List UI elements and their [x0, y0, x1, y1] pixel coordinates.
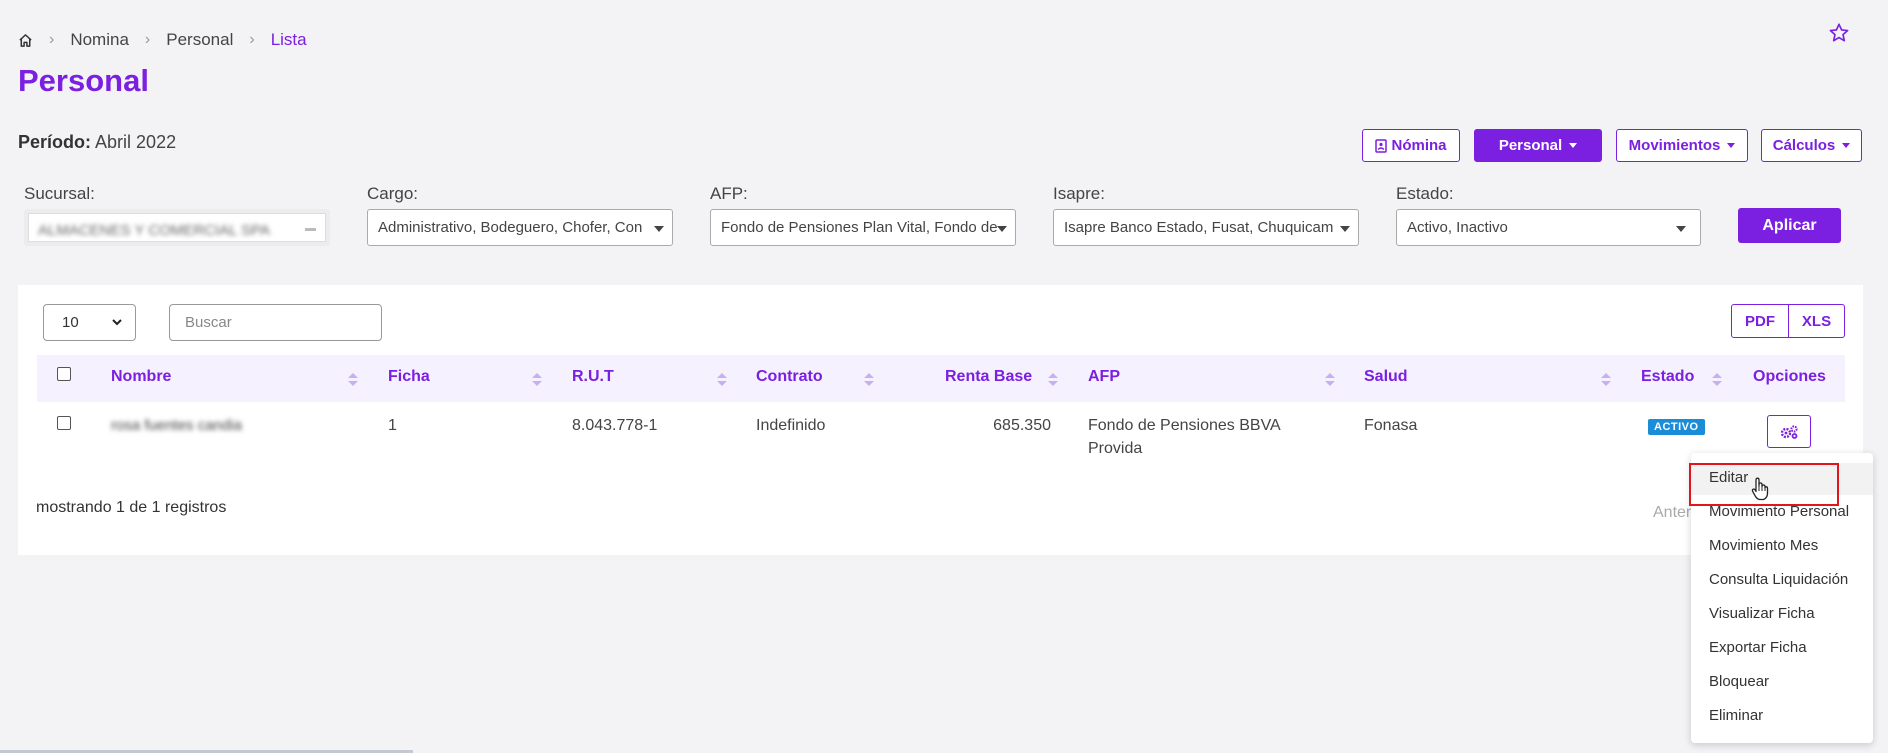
gears-icon — [1780, 424, 1798, 439]
cell-rut: 8.043.778-1 — [572, 417, 658, 434]
isapre-value: Isapre Banco Estado, Fusat, Chuquicam — [1064, 219, 1334, 236]
row-checkbox[interactable] — [57, 416, 71, 430]
periodo-value: Abril 2022 — [95, 132, 177, 152]
pagination-prev[interactable]: Anter — [1653, 504, 1691, 522]
cell-afp-line1: Fondo de Pensiones BBVA — [1088, 417, 1281, 434]
page-length-select[interactable]: 10 — [43, 304, 136, 341]
options-button[interactable] — [1767, 415, 1811, 448]
menu-item-exportar-ficha[interactable]: Exportar Ficha — [1709, 639, 1807, 656]
cell-afp-line2: Provida — [1088, 440, 1143, 457]
afp-value: Fondo de Pensiones Plan Vital, Fondo de — [721, 219, 998, 236]
chevron-right-icon: › — [144, 31, 151, 48]
breadcrumb-personal[interactable]: Personal — [166, 30, 233, 50]
id-card-icon — [1375, 138, 1388, 153]
sort-icon[interactable] — [864, 373, 874, 387]
chevron-down-icon — [112, 319, 122, 326]
sucursal-value: ALMACENES Y COMERCIAL SPA — [38, 222, 271, 239]
cargo-select[interactable]: Administrativo, Bodeguero, Chofer, Con — [367, 209, 673, 246]
breadcrumb-nomina[interactable]: Nomina — [70, 30, 129, 50]
page-title: Personal — [18, 63, 149, 98]
cargo-value: Administrativo, Bodeguero, Chofer, Con — [378, 219, 643, 236]
menu-item-visualizar-ficha[interactable]: Visualizar Ficha — [1709, 605, 1815, 622]
cell-ficha: 1 — [388, 417, 397, 434]
estado-select[interactable]: Activo, Inactivo — [1396, 209, 1701, 246]
search-input[interactable]: Buscar — [169, 304, 382, 341]
menu-item-movimiento-mes[interactable]: Movimiento Mes — [1709, 537, 1818, 554]
dropdown-arrow-icon — [1340, 226, 1350, 232]
export-pdf-button[interactable]: PDF — [1731, 304, 1789, 338]
cell-afp: Fondo de Pensiones BBVA Provida — [1088, 417, 1281, 458]
personal-button[interactable]: Personal — [1474, 129, 1602, 162]
nomina-label: Nómina — [1391, 137, 1447, 154]
chevron-right-icon: › — [249, 31, 255, 48]
menu-item-consulta-liquidacion[interactable]: Consulta Liquidación — [1709, 571, 1848, 588]
column-renta-base[interactable]: Renta Base — [945, 368, 1032, 386]
star-icon[interactable] — [1828, 22, 1850, 49]
breadcrumb-lista: Lista — [270, 30, 307, 49]
dropdown-arrow-icon — [1676, 226, 1686, 232]
breadcrumb: › Nomina › Personal › Lista — [18, 30, 307, 50]
cell-nombre: rosa fuentes candia — [111, 417, 242, 434]
caret-down-icon — [1842, 143, 1851, 148]
afp-select[interactable]: Fondo de Pensiones Plan Vital, Fondo de — [710, 209, 1016, 246]
sucursal-select[interactable]: ALMACENES Y COMERCIAL SPA — [24, 209, 330, 246]
column-rut[interactable]: R.U.T — [572, 368, 614, 386]
movimientos-button[interactable]: Movimientos — [1616, 129, 1748, 162]
sort-icon[interactable] — [1048, 373, 1058, 387]
export-xls-button[interactable]: XLS — [1788, 304, 1845, 338]
page-length-value: 10 — [62, 314, 79, 331]
sort-icon[interactable] — [348, 373, 358, 387]
cell-contrato: Indefinido — [756, 417, 826, 434]
column-nombre[interactable]: Nombre — [111, 368, 171, 386]
caret-down-icon — [1727, 143, 1736, 148]
sort-icon[interactable] — [1601, 373, 1611, 387]
clear-icon — [305, 228, 316, 231]
estado-value: Activo, Inactivo — [1407, 219, 1508, 236]
column-ficha[interactable]: Ficha — [388, 368, 430, 386]
periodo-label: Período: — [18, 132, 92, 152]
sucursal-label: Sucursal: — [24, 184, 95, 203]
dropdown-arrow-icon — [997, 226, 1007, 232]
menu-item-bloquear[interactable]: Bloquear — [1709, 673, 1769, 690]
sort-icon[interactable] — [1712, 373, 1722, 387]
nomina-button[interactable]: Nómina — [1362, 129, 1460, 162]
cell-salud: Fonasa — [1364, 417, 1418, 434]
sort-icon[interactable] — [532, 373, 542, 387]
isapre-select[interactable]: Isapre Banco Estado, Fusat, Chuquicam — [1053, 209, 1359, 246]
table-info: mostrando 1 de 1 registros — [36, 499, 227, 516]
personal-label: Personal — [1498, 137, 1563, 154]
calculos-label: Cálculos — [1772, 137, 1836, 154]
dropdown-arrow-icon — [654, 226, 664, 232]
calculos-button[interactable]: Cálculos — [1761, 129, 1862, 162]
menu-item-eliminar[interactable]: Eliminar — [1709, 707, 1763, 724]
column-opciones: Opciones — [1753, 368, 1826, 385]
column-salud[interactable]: Salud — [1364, 368, 1408, 386]
hand-cursor-icon — [1751, 477, 1769, 506]
periodo: Período: Abril 2022 — [18, 132, 176, 153]
select-all-checkbox[interactable] — [57, 367, 71, 381]
chevron-right-icon: › — [49, 31, 55, 48]
status-badge: ACTIVO — [1648, 419, 1705, 435]
estado-label: Estado: — [1396, 184, 1454, 203]
movimientos-label: Movimientos — [1628, 137, 1721, 154]
home-icon[interactable] — [18, 33, 33, 48]
sort-icon[interactable] — [1325, 373, 1335, 387]
table-header — [37, 355, 1845, 402]
column-contrato[interactable]: Contrato — [756, 368, 823, 386]
afp-label: AFP: — [710, 184, 748, 203]
cell-renta-base: 685.350 — [993, 417, 1051, 434]
caret-down-icon — [1569, 143, 1578, 148]
sort-icon[interactable] — [717, 373, 727, 387]
column-estado[interactable]: Estado — [1641, 368, 1694, 386]
cargo-label: Cargo: — [367, 184, 419, 203]
isapre-label: Isapre: — [1053, 184, 1105, 203]
apply-button[interactable]: Aplicar — [1738, 208, 1841, 243]
column-afp[interactable]: AFP — [1088, 368, 1120, 386]
